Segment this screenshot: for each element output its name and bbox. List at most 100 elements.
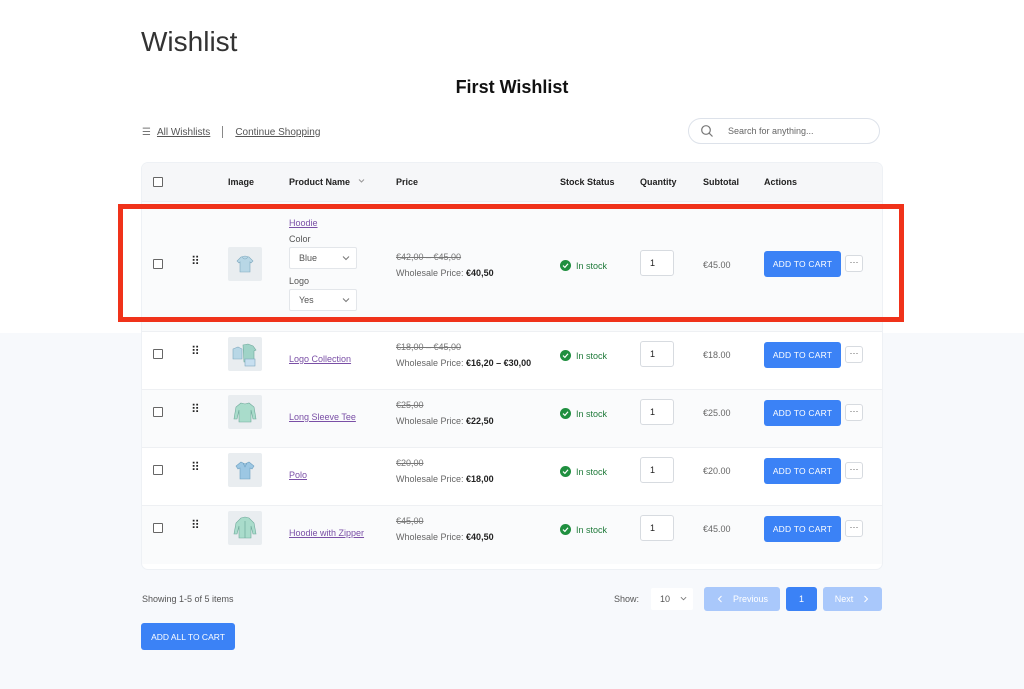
wholesale-price: Wholesale Price: €16,20 – €30,00 [396, 358, 531, 368]
wholesale-price-label: Wholesale Price: [396, 358, 464, 368]
wishlist-name: First Wishlist [455, 77, 569, 97]
add-to-cart-button[interactable]: ADD TO CART [764, 516, 841, 542]
wholesale-price-label: Wholesale Price: [396, 532, 464, 542]
row-checkbox[interactable] [153, 349, 163, 359]
chevron-right-icon [864, 595, 869, 603]
regular-price: €18,00 – €45,00 [396, 342, 462, 352]
logo-collection-image-icon [232, 343, 257, 367]
search-input[interactable] [728, 126, 858, 136]
product-name-link[interactable]: Hoodie with Zipper [289, 528, 364, 538]
row-checkbox[interactable] [153, 523, 163, 533]
wholesale-price-label: Wholesale Price: [396, 474, 464, 484]
table-row: ⠿ Logo Collection €18,00 – €45,00 Wholes… [142, 331, 882, 390]
stock-status: In stock [560, 408, 607, 419]
regular-price: €25,00 [396, 400, 424, 410]
row-subtotal: €20.00 [703, 466, 731, 476]
product-image[interactable] [228, 453, 262, 487]
page-1-button[interactable]: 1 [786, 587, 817, 611]
header-subtotal: Subtotal [703, 177, 739, 187]
wholesale-price-value: €40,50 [466, 532, 494, 542]
chevron-left-icon [717, 595, 722, 603]
drag-handle-icon[interactable]: ⠿ [191, 518, 200, 532]
product-name-link[interactable]: Long Sleeve Tee [289, 412, 356, 422]
chevron-down-icon [680, 596, 687, 601]
stock-status: In stock [560, 466, 607, 477]
regular-price: €45,00 [396, 516, 424, 526]
next-page-button[interactable]: Next [823, 587, 882, 611]
page-title: Wishlist [141, 26, 238, 57]
drag-handle-icon[interactable]: ⠿ [191, 402, 200, 416]
product-name-link[interactable]: Logo Collection [289, 354, 351, 364]
more-actions-button[interactable]: ··· [845, 520, 863, 537]
wholesale-price: Wholesale Price: €40,50 [396, 532, 494, 542]
row-subtotal: €45.00 [703, 524, 731, 534]
table-header: Image Product Name Price Stock Status Qu… [142, 163, 882, 201]
quantity-input[interactable]: 1 [640, 457, 674, 483]
polo-image-icon [235, 461, 255, 480]
menu-icon: ☰ [142, 126, 151, 138]
quantity-input[interactable]: 1 [640, 341, 674, 367]
stock-status: In stock [560, 350, 607, 361]
hoodie-with-zipper-image-icon [233, 516, 257, 539]
product-image[interactable] [228, 337, 262, 371]
table-row: ⠿ Long Sleeve Tee €25,00 Wholesale Price… [142, 389, 882, 448]
header-product-name[interactable]: Product Name [289, 177, 350, 187]
header-quantity: Quantity [640, 177, 677, 187]
toolbar-divider [222, 126, 224, 138]
header-image: Image [228, 177, 255, 187]
quantity-input[interactable]: 1 [640, 399, 674, 425]
row-subtotal: €25.00 [703, 408, 731, 418]
per-page-label: Show: [614, 594, 640, 604]
row-checkbox[interactable] [153, 407, 163, 417]
previous-page-button[interactable]: Previous [704, 587, 780, 611]
continue-shopping-link[interactable]: Continue Shopping [235, 127, 320, 138]
row-subtotal: €18.00 [703, 350, 731, 360]
next-page-label: Next [834, 594, 854, 604]
stock-status-text: In stock [576, 524, 608, 535]
long-sleeve-tee-image-icon [233, 402, 257, 423]
wholesale-price: Wholesale Price: €18,00 [396, 474, 494, 484]
sort-icon[interactable] [358, 178, 365, 184]
wholesale-price-value: €16,20 – €30,00 [466, 358, 532, 368]
highlight-annotation [118, 204, 904, 322]
wholesale-price-value: €18,00 [466, 474, 494, 484]
previous-page-label: Previous [732, 594, 768, 604]
row-checkbox[interactable] [153, 465, 163, 475]
check-circle-icon [560, 524, 571, 535]
more-actions-button[interactable]: ··· [845, 346, 863, 363]
header-price: Price [396, 177, 419, 187]
table-row: ⠿ Polo €20,00 Wholesale Price: €18,00 In… [142, 447, 882, 506]
add-to-cart-button[interactable]: ADD TO CART [764, 458, 841, 484]
drag-handle-icon[interactable]: ⠿ [191, 344, 200, 358]
product-name-link[interactable]: Polo [289, 470, 307, 480]
wishlist-toolbar: ☰ All Wishlists Continue Shopping [142, 124, 320, 140]
per-page-select[interactable]: 10 [651, 588, 693, 610]
select-all-checkbox[interactable] [153, 177, 163, 187]
header-actions: Actions [764, 177, 798, 187]
add-to-cart-button[interactable]: ADD TO CART [764, 342, 841, 368]
table-row: ⠿ Hoodie with Zipper €45,00 Wholesale Pr… [142, 505, 882, 564]
search-box[interactable] [688, 118, 880, 144]
per-page-value: 10 [660, 594, 671, 604]
stock-status-text: In stock [576, 408, 608, 419]
product-image[interactable] [228, 511, 262, 545]
more-actions-button[interactable]: ··· [845, 462, 863, 479]
search-icon [701, 125, 713, 137]
product-image[interactable] [228, 395, 262, 429]
more-actions-button[interactable]: ··· [845, 404, 863, 421]
check-circle-icon [560, 466, 571, 477]
drag-handle-icon[interactable]: ⠿ [191, 460, 200, 474]
all-wishlists-link[interactable]: All Wishlists [157, 127, 210, 138]
stock-status-text: In stock [576, 466, 608, 477]
header-stock-status: Stock Status [560, 177, 615, 187]
check-circle-icon [560, 350, 571, 361]
wholesale-price: Wholesale Price: €22,50 [396, 416, 494, 426]
quantity-input[interactable]: 1 [640, 515, 674, 541]
add-all-to-cart-button[interactable]: ADD ALL TO CART [141, 623, 235, 650]
wholesale-price-value: €22,50 [466, 416, 494, 426]
add-to-cart-button[interactable]: ADD TO CART [764, 400, 841, 426]
check-circle-icon [560, 408, 571, 419]
items-count: Showing 1-5 of 5 items [142, 594, 234, 604]
stock-status: In stock [560, 524, 607, 535]
regular-price: €20,00 [396, 458, 424, 468]
